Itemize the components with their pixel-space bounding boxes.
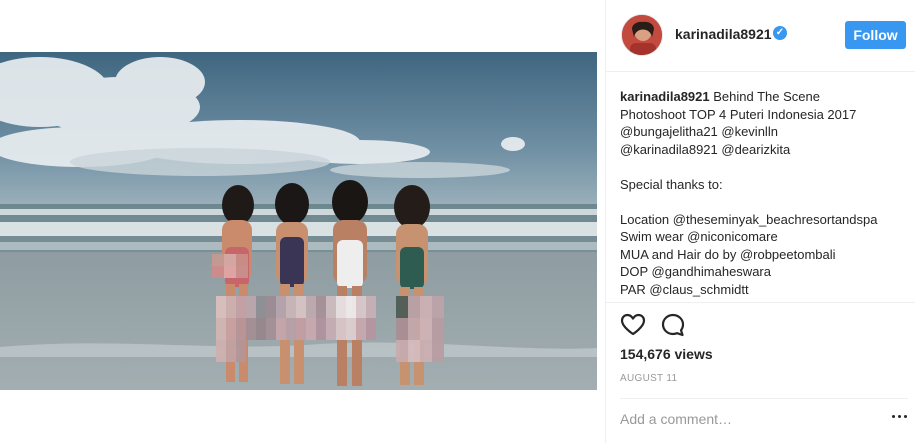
caption-line xyxy=(620,158,910,176)
username-link[interactable]: karinadila8921 xyxy=(675,26,772,42)
caption-mentions[interactable]: @bungajelitha21 @kevinlln xyxy=(620,123,910,141)
view-count[interactable]: 154,676 views xyxy=(620,346,713,362)
media-column xyxy=(0,0,606,443)
more-options-icon[interactable] xyxy=(890,410,910,424)
caption-line: Special thanks to: xyxy=(620,176,723,192)
caption-credit[interactable]: MUA and Hair do by @robpeetombali xyxy=(620,246,910,264)
divider xyxy=(620,398,908,399)
speech-bubble-icon[interactable] xyxy=(660,312,686,338)
post-panel: karinadila8921 ✓ Follow karinadila8921 B… xyxy=(606,0,915,443)
caption-line: karinadila8921 Behind The Scene xyxy=(620,88,910,106)
caption-line xyxy=(620,193,910,211)
divider xyxy=(606,302,915,303)
caption-line: Photoshoot TOP 4 Puteri Indonesia 2017 xyxy=(620,106,857,122)
heart-icon[interactable] xyxy=(620,312,646,338)
post-caption: karinadila8921 Behind The Scene Photosho… xyxy=(620,88,910,301)
avatar-photo xyxy=(622,15,662,55)
caption-credit[interactable]: Swim wear @niconicomare xyxy=(620,228,910,246)
verified-badge-icon: ✓ xyxy=(773,26,787,40)
caption-credit[interactable]: Location @theseminyak_beachresortandspa xyxy=(620,211,910,229)
caption-credit[interactable]: PAR @claus_schmidtt xyxy=(620,281,910,299)
post-date[interactable]: AUGUST 11 xyxy=(620,373,677,384)
beach-photo xyxy=(0,52,597,390)
caption-username[interactable]: karinadila8921 xyxy=(620,89,710,104)
caption-credit[interactable]: DOP @gandhimaheswara xyxy=(620,263,910,281)
follow-button[interactable]: Follow xyxy=(845,21,906,49)
post-header: karinadila8921 ✓ Follow xyxy=(606,0,915,72)
avatar[interactable] xyxy=(621,14,663,56)
caption-mentions[interactable]: @karinadila8921 @dearizkita xyxy=(620,141,910,159)
post-video[interactable] xyxy=(0,52,597,390)
comment-input[interactable] xyxy=(620,408,870,430)
caption-text: Behind The Scene xyxy=(709,89,820,104)
